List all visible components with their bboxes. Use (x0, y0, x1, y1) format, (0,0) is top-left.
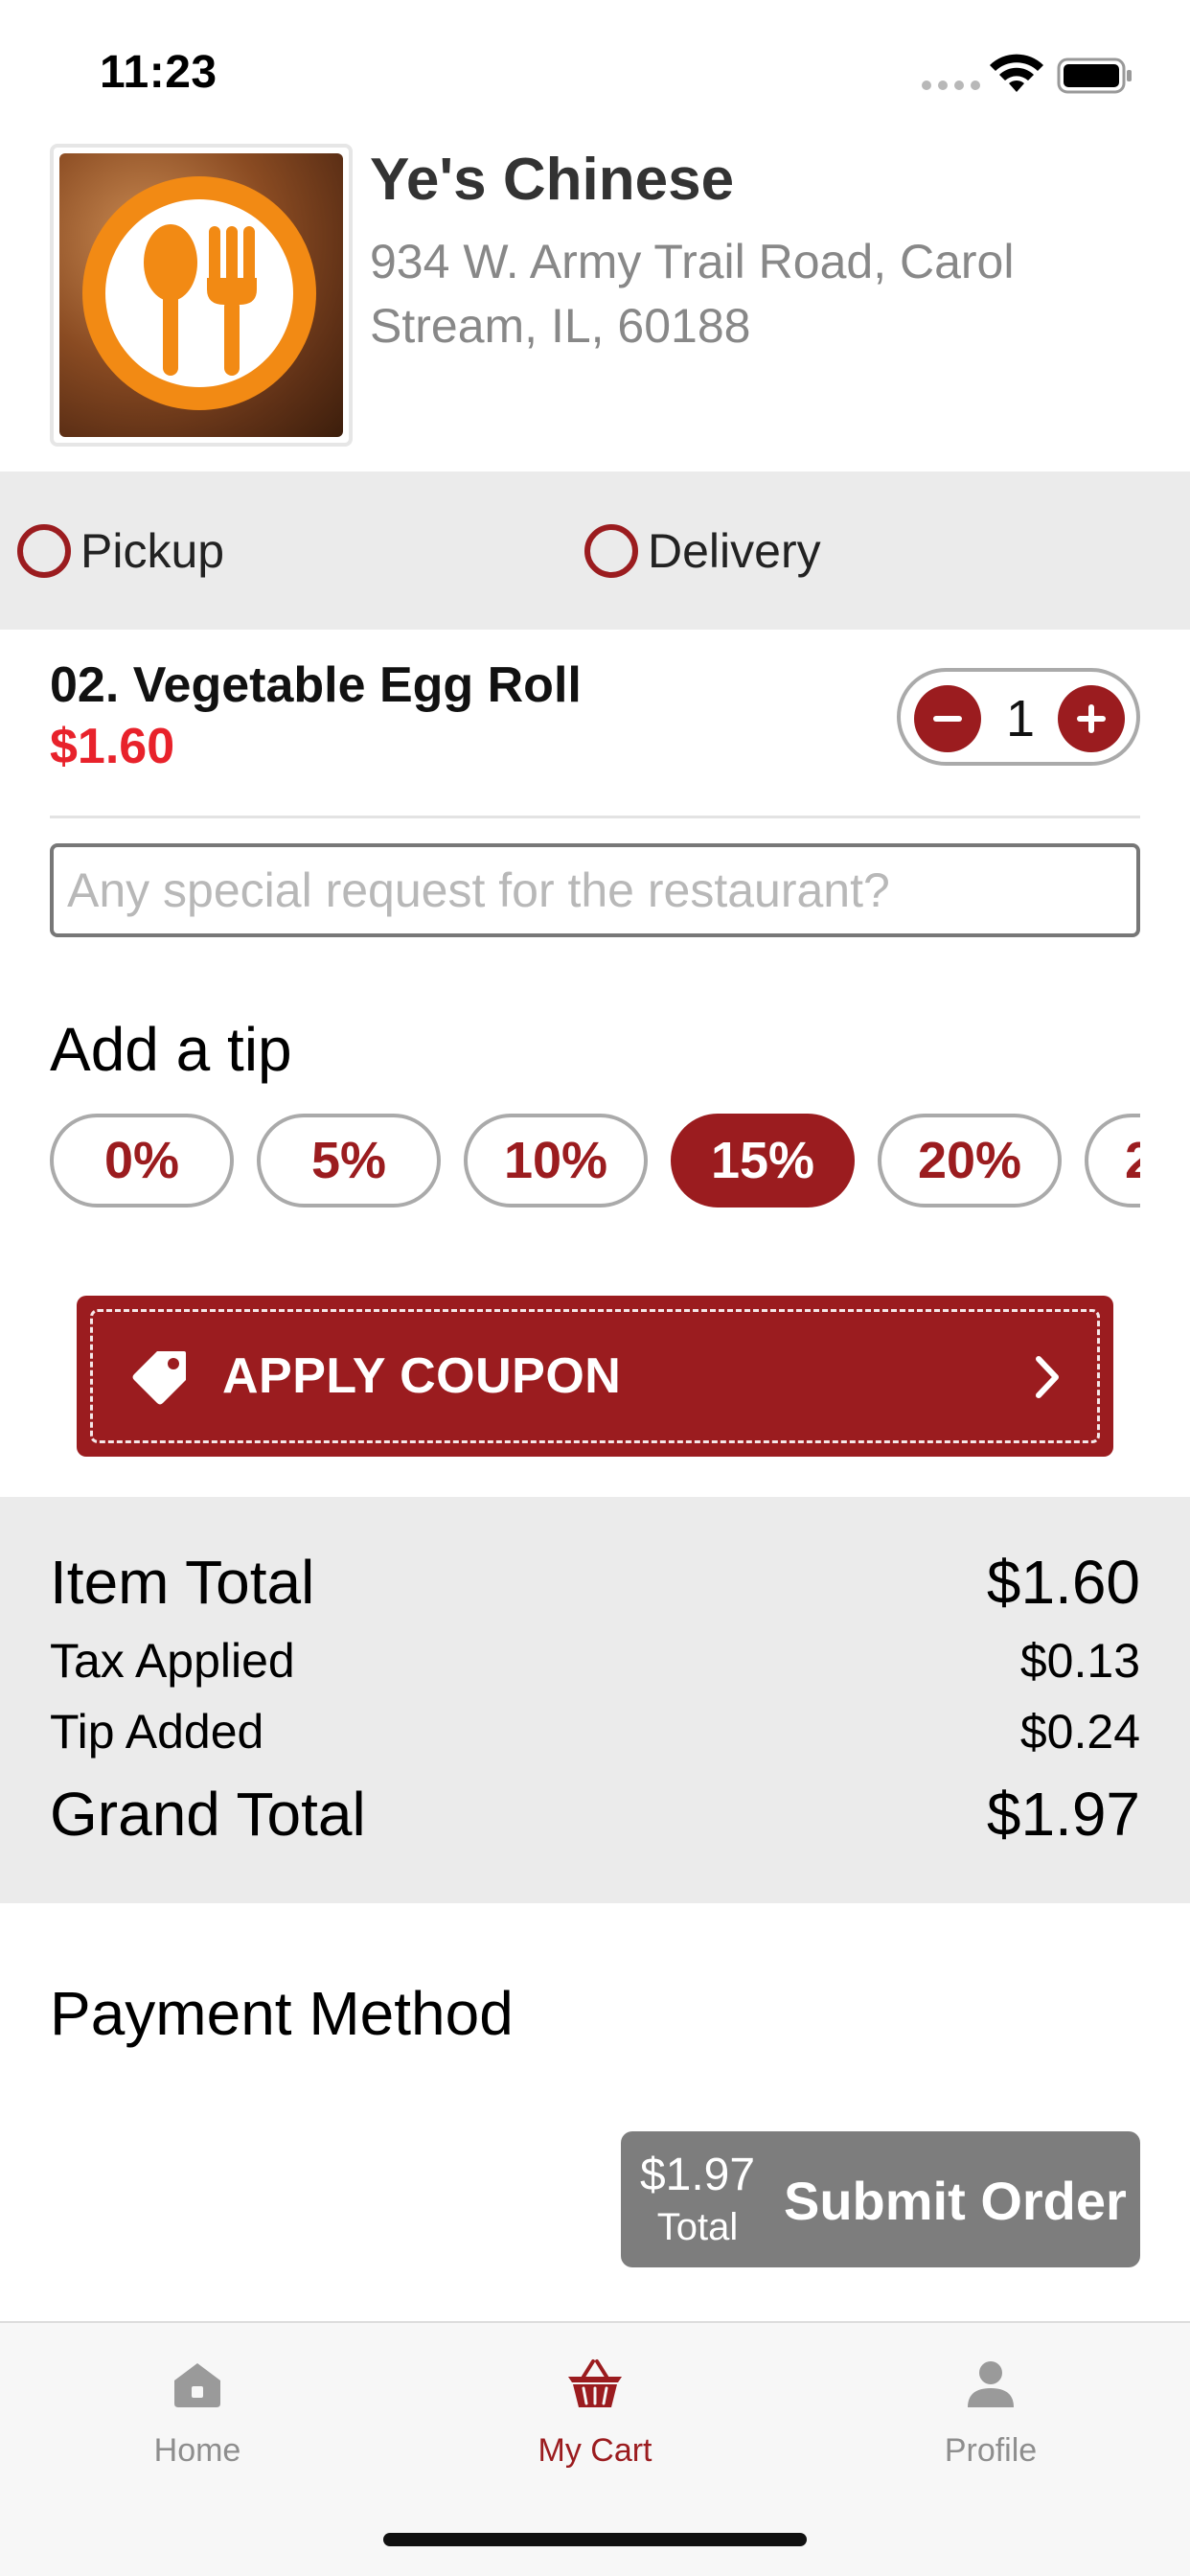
minus-icon (933, 716, 962, 722)
apply-coupon-button[interactable]: APPLY COUPON (77, 1296, 1113, 1457)
tip-added-value: $0.24 (1019, 1705, 1140, 1759)
item-total-label: Item Total (50, 1548, 315, 1617)
tip-option-0[interactable]: 0% (50, 1114, 234, 1208)
order-type-selector: Pickup Delivery (0, 472, 1190, 630)
grand-total-label: Grand Total (50, 1780, 366, 1849)
quantity-value: 1 (1005, 690, 1036, 748)
grand-total-row: Grand Total $1.97 (50, 1779, 1140, 1850)
tab-home-label: Home (153, 2432, 241, 2469)
item-total-row: Item Total $1.60 (50, 1547, 1140, 1618)
item-divider (50, 816, 1140, 818)
tax-value: $0.13 (1019, 1634, 1140, 1688)
delivery-option[interactable]: Delivery (584, 522, 821, 580)
tip-title: Add a tip (50, 1015, 292, 1084)
tab-profile-label: Profile (944, 2432, 1038, 2469)
restaurant-address: 934 W. Army Trail Road, Carol Stream, IL… (370, 235, 1015, 353)
tax-label: Tax Applied (50, 1634, 295, 1688)
order-summary: Item Total $1.60 Tax Applied $0.13 Tip A… (0, 1497, 1190, 1903)
tip-option-10[interactable]: 10% (464, 1114, 648, 1208)
tab-my-cart[interactable]: My Cart (451, 2354, 739, 2497)
restaurant-header: Ye's Chinese 934 W. Army Trail Road, Car… (0, 144, 1190, 472)
pickup-option[interactable]: Pickup (17, 522, 224, 580)
person-icon (968, 2361, 1014, 2407)
plus-icon (1077, 704, 1106, 733)
submit-order-label: Submit Order (784, 2171, 1127, 2231)
item-price: $1.60 (50, 719, 175, 774)
home-indicator[interactable] (383, 2533, 807, 2546)
battery-icon (1057, 58, 1132, 94)
decrease-quantity-button[interactable] (914, 685, 981, 752)
item-total-value: $1.60 (986, 1548, 1140, 1617)
tip-option-15[interactable]: 15% (671, 1114, 855, 1208)
submit-total-amount: $1.97 (639, 2150, 756, 2200)
restaurant-name: Ye's Chinese (370, 147, 735, 213)
status-time: 11:23 (100, 47, 217, 98)
utensils-icon (82, 176, 316, 410)
tip-options: 0% 5% 10% 15% 20% 25% (50, 1114, 1140, 1208)
submit-total-label: Total (656, 2206, 739, 2248)
tax-row: Tax Applied $0.13 (50, 1633, 1140, 1689)
grand-total-value: $1.97 (986, 1780, 1140, 1849)
pickup-label: Pickup (80, 524, 225, 578)
tab-profile[interactable]: Profile (847, 2354, 1134, 2497)
delivery-label: Delivery (648, 524, 821, 578)
home-icon (174, 2363, 220, 2407)
cellular-signal-icon (922, 80, 980, 90)
quantity-stepper: 1 (897, 668, 1140, 766)
basket-icon (568, 2359, 622, 2407)
tab-my-cart-label: My Cart (538, 2432, 652, 2469)
delivery-radio[interactable] (584, 524, 638, 578)
status-bar: 11:23 (0, 0, 1190, 144)
item-name: 02. Vegetable Egg Roll (50, 657, 582, 713)
tip-option-5[interactable]: 5% (257, 1114, 441, 1208)
apply-coupon-label: APPLY COUPON (222, 1348, 622, 1404)
restaurant-logo (50, 144, 353, 447)
tip-option-25[interactable]: 25% (1085, 1114, 1140, 1208)
tag-icon (132, 1351, 186, 1405)
tip-added-label: Tip Added (50, 1705, 264, 1759)
wifi-icon (990, 54, 1043, 92)
submit-order-button[interactable]: $1.97 Total Submit Order (621, 2131, 1140, 2267)
special-request-input[interactable] (50, 843, 1140, 937)
tip-option-20[interactable]: 20% (878, 1114, 1062, 1208)
payment-method-title: Payment Method (50, 1979, 514, 2048)
chevron-right-icon (1036, 1356, 1059, 1398)
increase-quantity-button[interactable] (1058, 685, 1125, 752)
cart-item: 02. Vegetable Egg Roll $1.60 1 (0, 630, 1190, 818)
pickup-radio[interactable] (17, 524, 71, 578)
tab-home[interactable]: Home (54, 2354, 341, 2497)
tip-row: Tip Added $0.24 (50, 1704, 1140, 1760)
